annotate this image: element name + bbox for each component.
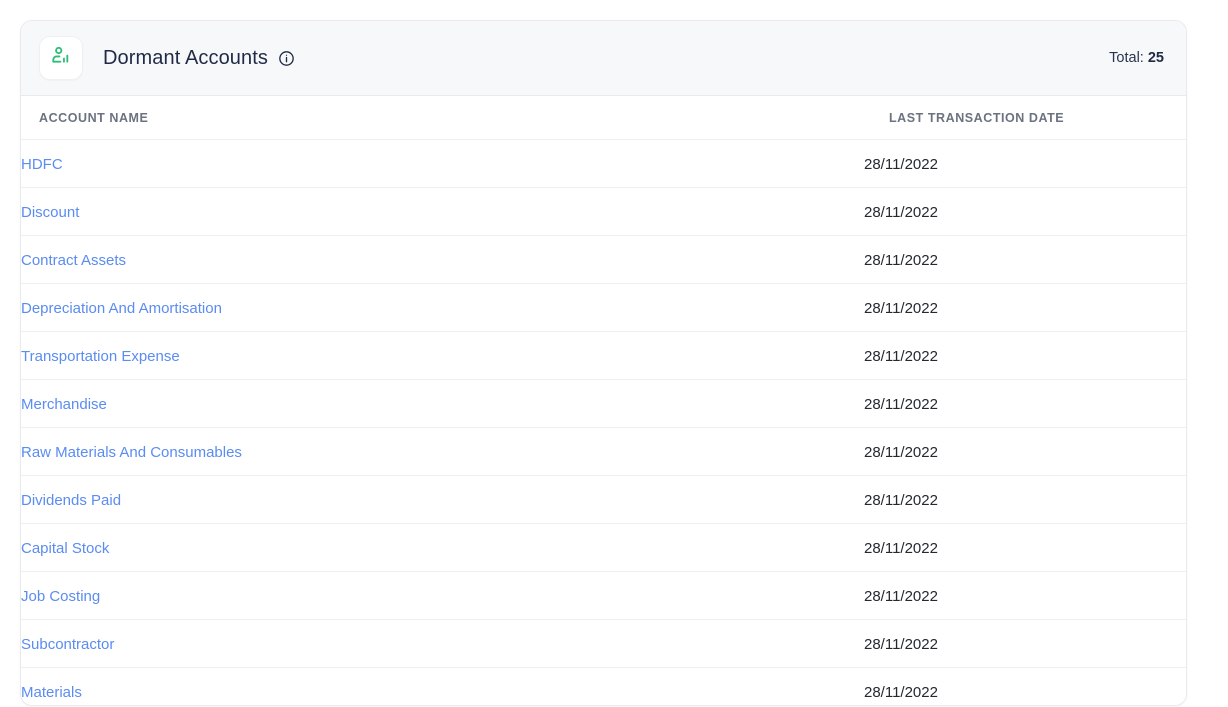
total-label: Total:: [1109, 50, 1144, 66]
cell-last-transaction-date: 28/11/2022: [864, 620, 1187, 668]
table-body: HDFC28/11/2022Discount28/11/2022Contract…: [21, 140, 1187, 707]
account-name-link[interactable]: Depreciation And Amortisation: [21, 300, 222, 317]
column-header-account-name[interactable]: ACCOUNT NAME: [21, 96, 864, 140]
account-name-link[interactable]: Discount: [21, 204, 79, 221]
cell-last-transaction-date: 28/11/2022: [864, 332, 1187, 380]
dormant-accounts-card: Dormant Accounts Total: 25 ACCOUNT NAME: [20, 20, 1187, 706]
cell-account-name: Merchandise: [21, 380, 864, 428]
table-row: Job Costing 28/11/2022: [21, 572, 1187, 620]
cell-account-name: Raw Materials And Consumables: [21, 428, 864, 476]
info-circle-icon[interactable]: [277, 49, 295, 67]
account-name-link[interactable]: Dividends Paid: [21, 492, 121, 509]
cell-last-transaction-date: 28/11/2022: [864, 380, 1187, 428]
table-row: Depreciation And Amortisation 28/11/2022: [21, 284, 1187, 332]
cell-account-name: Discount: [21, 188, 864, 236]
table-row: HDFC 28/11/2022: [21, 140, 1187, 188]
cell-account-name: Job Costing: [21, 572, 864, 620]
total-value: 25: [1148, 50, 1164, 66]
account-name-link[interactable]: Capital Stock: [21, 540, 109, 557]
cell-account-name: HDFC: [21, 140, 864, 188]
card-title-group: Dormant Accounts: [103, 47, 295, 70]
account-name-link[interactable]: Raw Materials And Consumables: [21, 444, 242, 461]
account-name-link[interactable]: Contract Assets: [21, 252, 126, 269]
table-row: Contract Assets 28/11/2022: [21, 236, 1187, 284]
cell-last-transaction-date: 28/11/2022: [864, 188, 1187, 236]
user-analytics-icon: [50, 45, 72, 72]
table-header: ACCOUNT NAME LAST TRANSACTION DATE: [21, 96, 1187, 140]
cell-last-transaction-date: 28/11/2022: [864, 236, 1187, 284]
account-name-link[interactable]: Subcontractor: [21, 636, 114, 653]
page-title: Dormant Accounts: [103, 47, 268, 70]
table-row: Materials 28/11/2022: [21, 668, 1187, 707]
account-name-link[interactable]: Merchandise: [21, 396, 107, 413]
cell-last-transaction-date: 28/11/2022: [864, 284, 1187, 332]
card-header-icon-container: [39, 36, 83, 80]
total-count: Total: 25: [1109, 50, 1164, 66]
table-row: Subcontractor 28/11/2022: [21, 620, 1187, 668]
account-name-link[interactable]: Transportation Expense: [21, 348, 180, 365]
table-row: Dividends Paid 28/11/2022: [21, 476, 1187, 524]
table-header-row: ACCOUNT NAME LAST TRANSACTION DATE: [21, 96, 1187, 140]
cell-last-transaction-date: 28/11/2022: [864, 572, 1187, 620]
cell-account-name: Depreciation And Amortisation: [21, 284, 864, 332]
cell-account-name: Materials: [21, 668, 864, 707]
card-header: Dormant Accounts Total: 25: [21, 21, 1186, 96]
cell-last-transaction-date: 28/11/2022: [864, 476, 1187, 524]
account-name-link[interactable]: HDFC: [21, 156, 63, 173]
account-name-link[interactable]: Job Costing: [21, 588, 100, 605]
cell-last-transaction-date: 28/11/2022: [864, 140, 1187, 188]
cell-account-name: Contract Assets: [21, 236, 864, 284]
cell-last-transaction-date: 28/11/2022: [864, 428, 1187, 476]
cell-account-name: Transportation Expense: [21, 332, 864, 380]
cell-last-transaction-date: 28/11/2022: [864, 668, 1187, 707]
dormant-accounts-table: ACCOUNT NAME LAST TRANSACTION DATE HDFC 2…: [21, 96, 1187, 706]
cell-last-transaction-date: 28/11/2022: [864, 524, 1187, 572]
cell-account-name: Subcontractor: [21, 620, 864, 668]
account-name-link[interactable]: Materials: [21, 684, 82, 701]
cell-account-name: Dividends Paid: [21, 476, 864, 524]
table-row: Merchandise 28/11/2022: [21, 380, 1187, 428]
table-row: Transportation Expense 28/11/2022: [21, 332, 1187, 380]
cell-account-name: Capital Stock: [21, 524, 864, 572]
page-root: Dormant Accounts Total: 25 ACCOUNT NAME: [0, 0, 1228, 707]
column-header-last-transaction-date[interactable]: LAST TRANSACTION DATE: [864, 96, 1187, 140]
table-row: Capital Stock 28/11/2022: [21, 524, 1187, 572]
table-row: Discount 28/11/2022: [21, 188, 1187, 236]
table-row: Raw Materials And Consumables 28/11/2022: [21, 428, 1187, 476]
